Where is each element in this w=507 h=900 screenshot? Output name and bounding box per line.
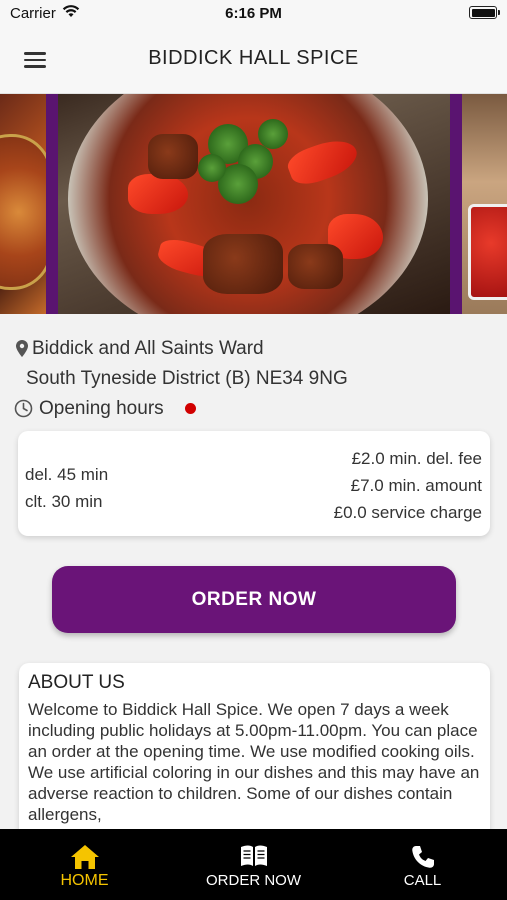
battery-icon	[469, 6, 500, 19]
hero-image-carousel[interactable]	[0, 94, 507, 314]
about-us-title: ABOUT US	[28, 672, 125, 693]
status-bar: Carrier 6:16 PM	[0, 0, 507, 28]
tab-home[interactable]: HOME	[0, 829, 169, 900]
delivery-time: del. 45 min	[25, 465, 109, 484]
tab-call[interactable]: CALL	[338, 829, 507, 900]
min-delivery-fee: £2.0 min. del. fee	[351, 449, 482, 468]
about-us-text: Welcome to Biddick Hall Spice. We open 7…	[28, 700, 480, 824]
hero-image-main	[58, 94, 450, 314]
tab-order-now-label: ORDER NOW	[206, 872, 301, 889]
tab-home-label: HOME	[60, 872, 109, 889]
location-pin-icon	[16, 340, 28, 357]
address-line-2: South Tyneside District (B) NE34 9NG	[26, 368, 348, 389]
nav-bar: BIDDICK HALL SPICE	[0, 28, 507, 94]
hero-divider	[46, 94, 58, 314]
page-title: BIDDICK HALL SPICE	[148, 47, 359, 69]
tab-call-label: CALL	[403, 872, 442, 889]
menu-book-icon	[240, 845, 267, 866]
tab-order-now[interactable]: ORDER NOW	[169, 829, 338, 900]
hero-divider	[450, 94, 462, 314]
status-time: 6:16 PM	[225, 5, 282, 22]
delivery-info-card: del. 45 min clt. 30 min £2.0 min. del. f…	[18, 431, 490, 536]
opening-hours-link[interactable]: Opening hours	[39, 398, 164, 420]
open-status-indicator	[185, 403, 196, 414]
home-icon	[70, 845, 99, 869]
order-now-button[interactable]: ORDER NOW	[52, 566, 456, 633]
phone-icon	[411, 846, 434, 868]
collection-time: clt. 30 min	[25, 492, 103, 511]
min-order-amount: £7.0 min. amount	[350, 476, 482, 495]
bottom-tab-bar: HOME ORDER NOW CALL	[0, 829, 507, 900]
hero-image-next	[462, 94, 507, 314]
service-charge: £0.0 service charge	[333, 503, 482, 522]
clock-icon	[14, 399, 33, 418]
address-line-1: Biddick and All Saints Ward	[32, 338, 264, 359]
hero-image-previous	[0, 94, 52, 314]
